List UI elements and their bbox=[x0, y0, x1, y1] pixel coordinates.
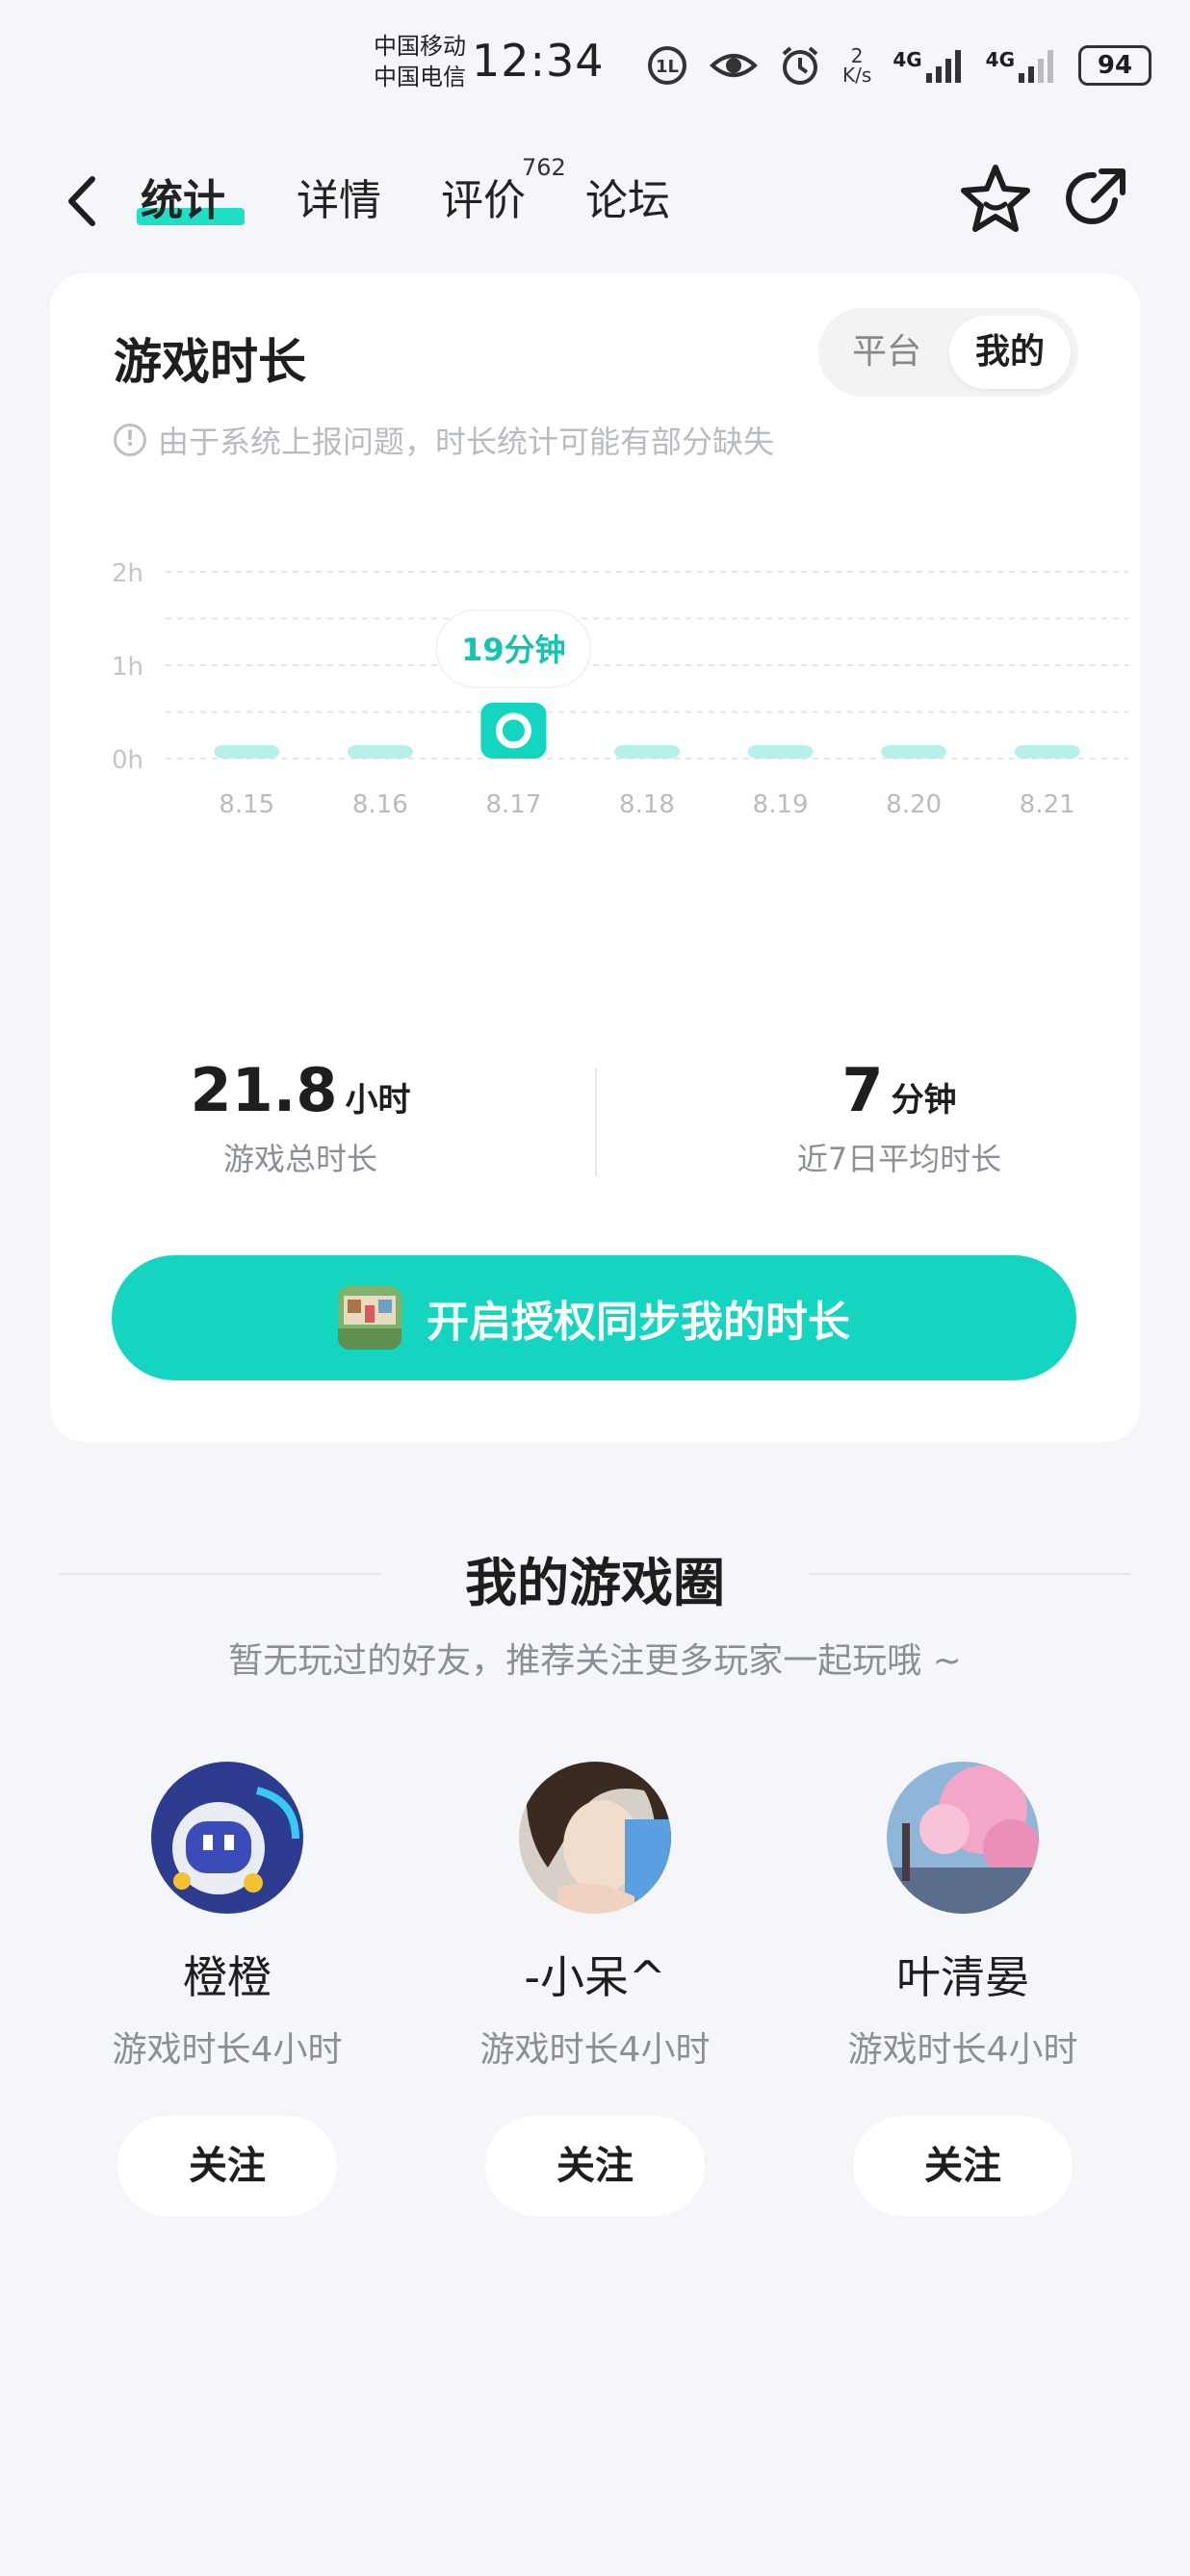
average-value: 7 bbox=[841, 1055, 884, 1125]
tab-reviews[interactable]: 评价 bbox=[441, 167, 526, 235]
net-speed-unit: K/s bbox=[842, 64, 872, 87]
net-type-1: 4G bbox=[892, 48, 922, 71]
playtime-chart: 0h 1h 2h 8.15 8.16 19分钟 8.17 8.18 8.19 8.20 8.21 bbox=[112, 559, 1128, 819]
section-subtitle: 暂无玩过的好友，推荐关注更多玩家一起玩哦 ~ bbox=[228, 1641, 962, 1681]
section-divider-right bbox=[809, 1573, 1130, 1575]
top-nav: 统计 详情 评价 762 论坛 bbox=[0, 154, 1190, 250]
section-title: 我的游戏圈 bbox=[465, 1553, 725, 1613]
average-unit: 分钟 bbox=[891, 1081, 957, 1120]
total-label: 游戏总时长 bbox=[222, 1141, 377, 1177]
player-playtime: 游戏时长4小时 bbox=[479, 2030, 711, 2070]
player-avatar[interactable] bbox=[151, 1762, 303, 1914]
player-name: 叶清晏 bbox=[896, 1951, 1029, 2003]
sync-button-label: 开启授权同步我的时长 bbox=[427, 1298, 850, 1347]
bar bbox=[614, 745, 680, 759]
net-speed-value: 2 bbox=[850, 44, 864, 67]
stat-average: 7 分钟 近7日平均时长 bbox=[745, 1055, 1053, 1179]
player-name: 橙橙 bbox=[183, 1951, 272, 2003]
signal-2: 4G bbox=[986, 48, 1057, 83]
player-name: -小呆^ bbox=[524, 1951, 666, 2003]
notice-text: 由于系统上报问题，时长统计可能有部分缺失 bbox=[158, 424, 775, 460]
toggle-mine[interactable]: 我的 bbox=[949, 316, 1071, 389]
player-playtime: 游戏时长4小时 bbox=[112, 2030, 343, 2070]
net-speed: 2 K/s bbox=[842, 46, 871, 85]
x-tick-label: 8.21 bbox=[1020, 790, 1075, 819]
x-tick-label: 8.18 bbox=[619, 790, 675, 819]
total-unit: 小时 bbox=[345, 1081, 411, 1120]
battery-indicator: 94 bbox=[1078, 45, 1151, 86]
sync-playtime-button[interactable]: 开启授权同步我的时长 bbox=[112, 1255, 1076, 1380]
bar bbox=[1014, 745, 1080, 759]
average-label: 近7日平均时长 bbox=[796, 1141, 1002, 1177]
bar bbox=[347, 745, 413, 759]
player-card: 叶清晏 游戏时长4小时 关注 bbox=[809, 1762, 1117, 2216]
status-bar: 中国移动 中国电信 12:34 1L 2 K/s 4G 4G 94 bbox=[0, 0, 1190, 135]
player-avatar[interactable] bbox=[519, 1762, 671, 1914]
x-tick-label: 8.16 bbox=[352, 790, 408, 819]
status-icons: 1L 2 K/s 4G 4G 94 bbox=[646, 39, 1151, 92]
hd-call-icon: 1L bbox=[648, 46, 687, 85]
tooltip-text: 19分钟 bbox=[461, 631, 566, 668]
y-tick-label: 1h bbox=[112, 653, 143, 682]
signal-bars-icon bbox=[1019, 50, 1053, 83]
player-avatar[interactable] bbox=[887, 1762, 1041, 1914]
back-arrow-icon[interactable] bbox=[60, 167, 106, 235]
toggle-platform[interactable]: 平台 bbox=[826, 316, 947, 389]
total-value: 21.8 bbox=[190, 1055, 338, 1125]
game-thumbnail-icon bbox=[338, 1286, 401, 1350]
svg-text:1L: 1L bbox=[656, 57, 679, 77]
tab-stats[interactable]: 统计 bbox=[141, 167, 225, 235]
share-icon[interactable] bbox=[1059, 162, 1132, 235]
x-tick-label: 8.20 bbox=[886, 790, 942, 819]
stat-divider bbox=[595, 1069, 597, 1176]
highlighted-bar bbox=[480, 703, 547, 759]
stat-total: 21.8 小时 游戏总时长 bbox=[146, 1055, 454, 1179]
x-tick-label: 8.19 bbox=[753, 790, 809, 819]
y-tick-label: 2h bbox=[112, 559, 143, 588]
y-tick-label: 0h bbox=[112, 746, 143, 775]
x-tick-label: 8.17 bbox=[485, 790, 541, 819]
alarm-icon bbox=[782, 46, 818, 85]
eye-icon bbox=[710, 54, 759, 77]
follow-button[interactable]: 关注 bbox=[853, 2116, 1073, 2216]
signal-bars-icon bbox=[925, 50, 961, 83]
card-title: 游戏时长 bbox=[114, 334, 306, 390]
carrier-1: 中国移动 bbox=[374, 33, 466, 60]
tab-forum[interactable]: 论坛 bbox=[585, 167, 670, 235]
bar bbox=[881, 745, 947, 759]
carrier-labels: 中国移动 中国电信 bbox=[374, 31, 466, 92]
info-icon: ! bbox=[114, 424, 146, 456]
review-count-badge: 762 bbox=[522, 154, 566, 181]
tab-details[interactable]: 详情 bbox=[297, 167, 381, 235]
follow-button[interactable]: 关注 bbox=[485, 2116, 705, 2216]
status-time: 12:34 bbox=[472, 35, 605, 87]
data-notice: ! 由于系统上报问题，时长统计可能有部分缺失 bbox=[114, 418, 774, 462]
x-tick-label: 8.15 bbox=[219, 790, 274, 819]
star-icon[interactable] bbox=[959, 162, 1032, 235]
player-playtime: 游戏时长4小时 bbox=[847, 2030, 1078, 2070]
data-source-toggle: 平台 我的 bbox=[818, 308, 1078, 397]
bar bbox=[747, 745, 814, 759]
bar bbox=[214, 745, 280, 759]
carrier-2: 中国电信 bbox=[374, 64, 466, 90]
follow-button[interactable]: 关注 bbox=[117, 2116, 337, 2216]
signal-1: 4G bbox=[892, 48, 964, 83]
player-card: -小呆^ 游戏时长4小时 关注 bbox=[441, 1762, 749, 2216]
net-type-2: 4G bbox=[985, 48, 1015, 71]
player-card: 橙橙 游戏时长4小时 关注 bbox=[73, 1762, 381, 2216]
